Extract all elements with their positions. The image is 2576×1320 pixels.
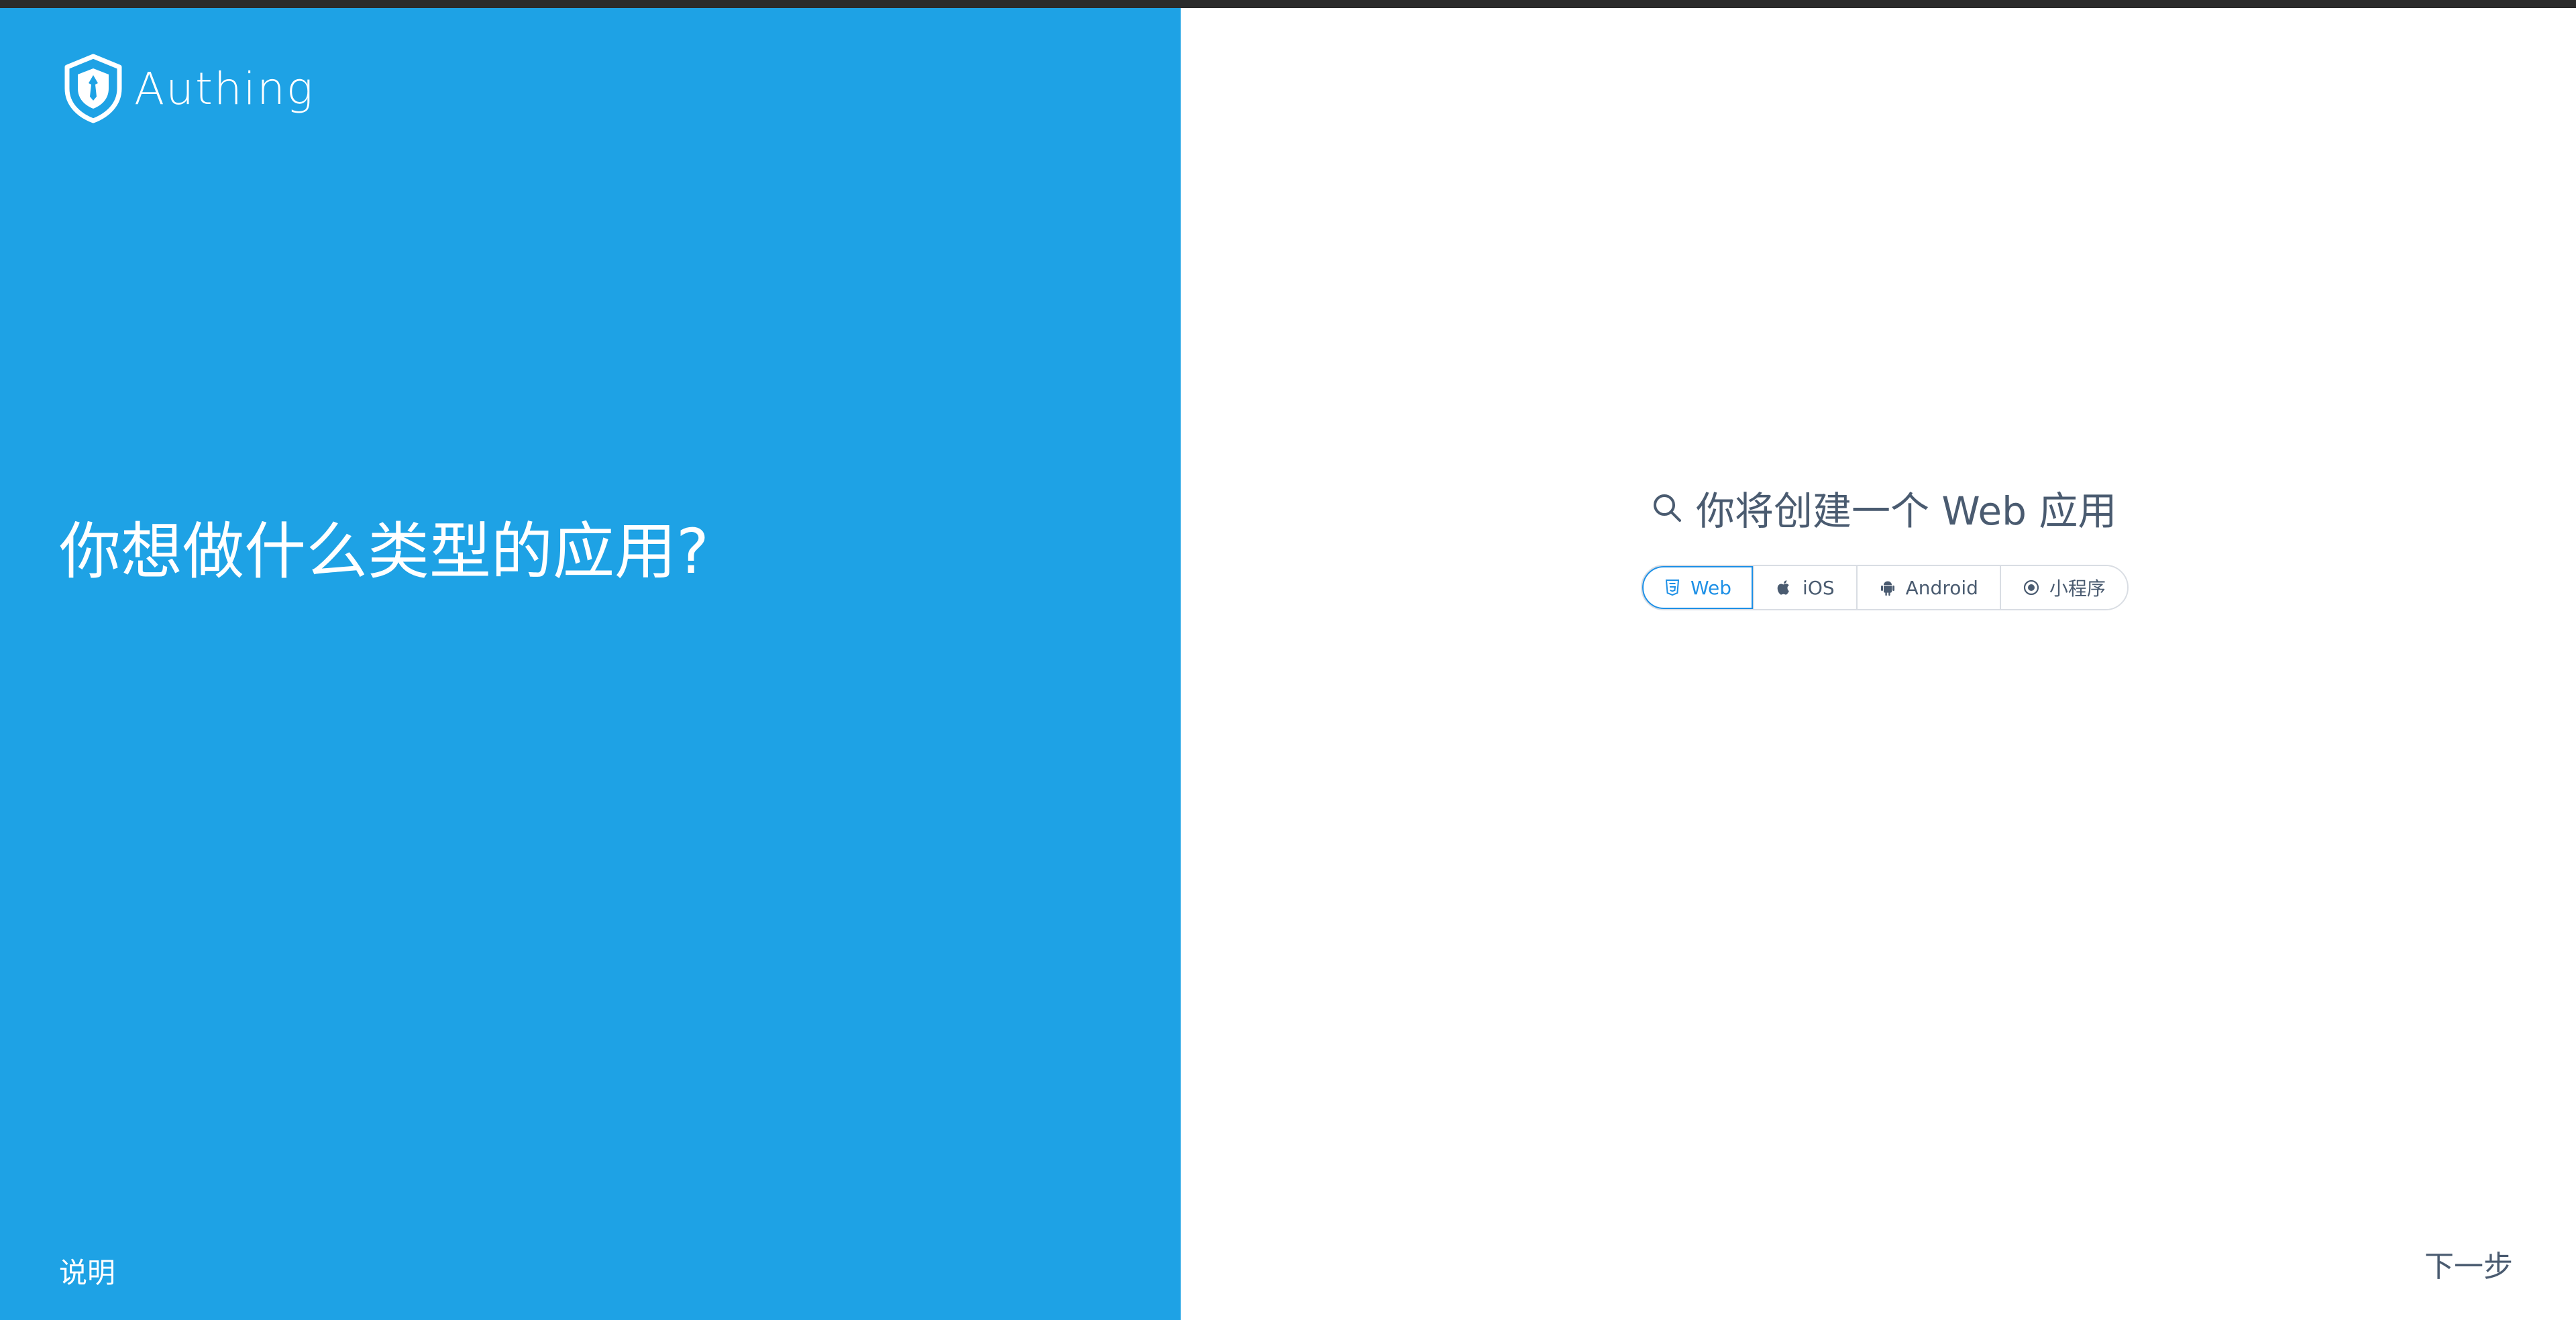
shield-logo-icon bbox=[64, 54, 122, 123]
page-question: 你想做什么类型的应用? bbox=[59, 516, 709, 588]
apple-icon bbox=[1777, 580, 1789, 595]
authing-logo: Authing bbox=[63, 48, 314, 129]
mini-program-icon bbox=[2023, 580, 2039, 596]
tab-mini-program-label: 小程序 bbox=[2049, 578, 2106, 600]
android-icon bbox=[1880, 581, 1894, 596]
headline: 你将创建一个 Web 应用 bbox=[1650, 478, 2116, 538]
tab-ios-label: iOS bbox=[1803, 576, 1835, 599]
search-icon bbox=[1654, 494, 1681, 522]
tab-mini-program[interactable]: 小程序 bbox=[1999, 566, 2127, 609]
logo-text: Authing bbox=[134, 62, 315, 115]
tab-ios[interactable]: iOS bbox=[1753, 566, 1856, 609]
next-step-button[interactable]: 下一步 bbox=[2424, 1242, 2513, 1285]
left-panel: Authing 你想做什么类型的应用? 说明 bbox=[0, 8, 1181, 1320]
window-top-bar bbox=[0, 0, 2576, 8]
tab-android[interactable]: Android bbox=[1856, 566, 2000, 609]
platform-tabs: Web iOS Android 小程序 bbox=[1641, 565, 2129, 610]
right-panel: 你将创建一个 Web 应用 Web iOS Android 小程序 下一步 bbox=[1181, 8, 2576, 1320]
headline-text: 你将创建一个 Web 应用 bbox=[1696, 488, 2117, 534]
help-link[interactable]: 说明 bbox=[59, 1250, 115, 1291]
tab-web-label: Web bbox=[1690, 576, 1732, 599]
tab-web[interactable]: Web bbox=[1642, 566, 1754, 609]
tab-android-label: Android bbox=[1905, 576, 1978, 599]
html5-icon bbox=[1665, 580, 1680, 596]
